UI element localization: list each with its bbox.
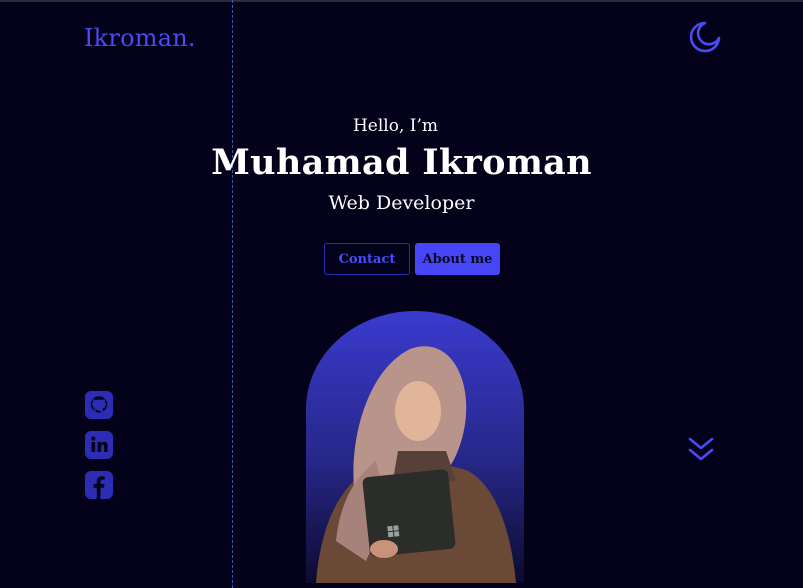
github-icon[interactable] [84, 390, 114, 420]
site-logo[interactable]: Ikroman. [84, 24, 196, 52]
top-border [0, 0, 803, 2]
portrait-image [306, 311, 524, 583]
hero-name: Muhamad Ikroman [211, 142, 592, 183]
hero-role: Web Developer [328, 192, 475, 214]
hero-greeting: Hello, I’m [352, 116, 439, 136]
facebook-icon[interactable] [84, 470, 114, 500]
contact-button[interactable]: Contact [324, 243, 410, 275]
moon-icon[interactable] [688, 20, 722, 54]
linkedin-icon[interactable] [84, 430, 114, 460]
about-me-button[interactable]: About me [415, 243, 500, 275]
chevrons-down-icon[interactable] [686, 436, 716, 464]
guide-line [232, 0, 233, 588]
